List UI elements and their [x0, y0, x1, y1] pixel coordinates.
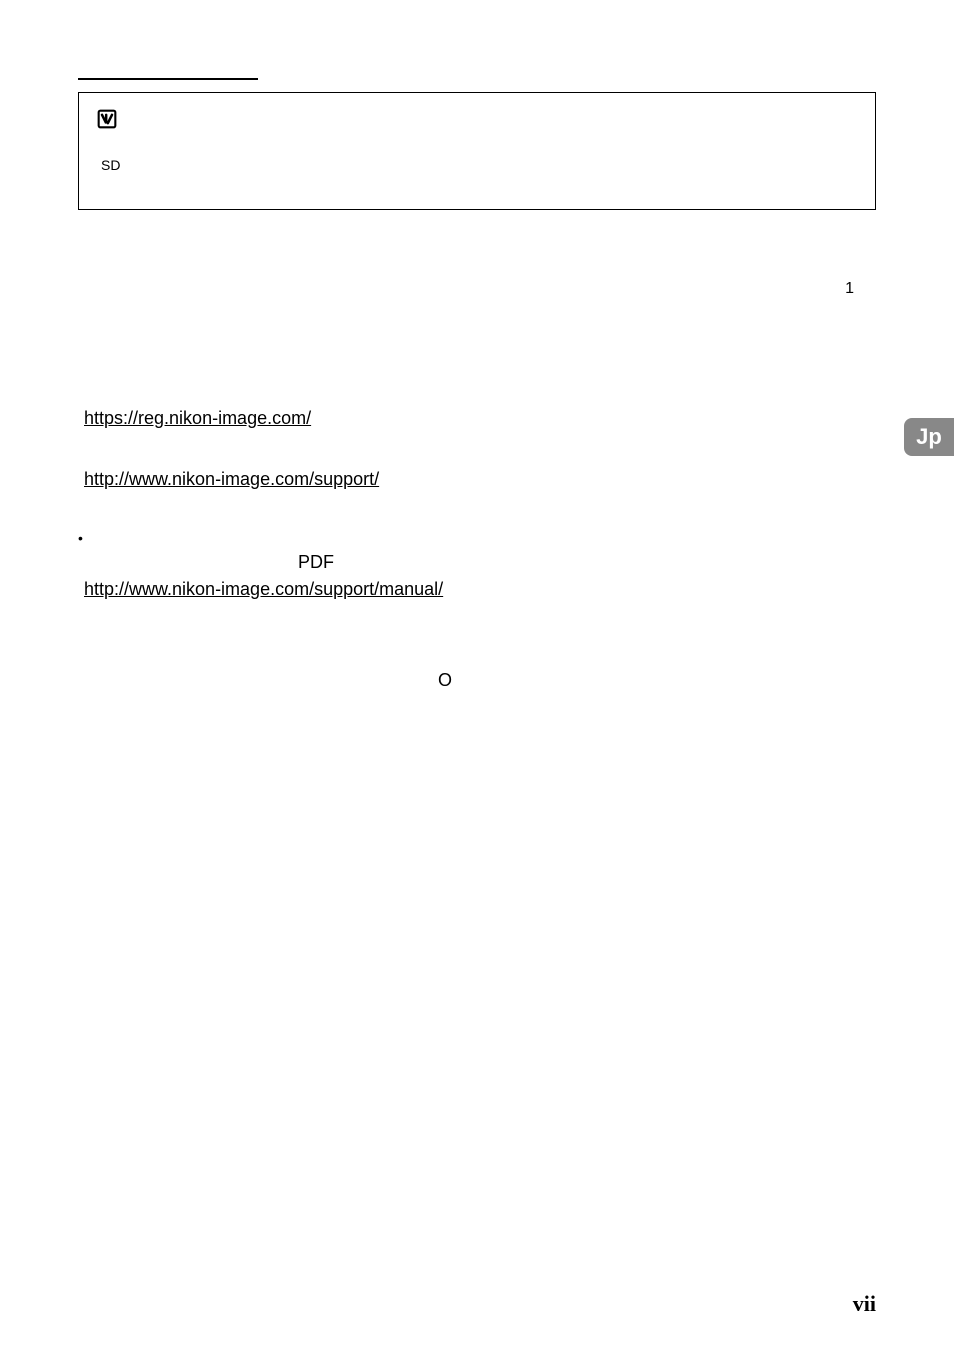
- o-line: O: [438, 670, 876, 691]
- notice-body: SD: [101, 153, 857, 193]
- pdf-line: PDF: [298, 552, 876, 573]
- page-number-text: vii: [853, 1291, 876, 1316]
- support-link[interactable]: http://www.nikon-image.com/support/: [84, 469, 379, 490]
- reference-number-text: 1: [845, 280, 854, 297]
- page-number: vii: [853, 1291, 876, 1317]
- manual-link[interactable]: http://www.nikon-image.com/support/manua…: [84, 579, 443, 600]
- registration-link-block: https://reg.nikon-image.com/: [78, 408, 876, 429]
- language-badge: Jp: [904, 418, 954, 456]
- language-badge-text: Jp: [916, 424, 942, 450]
- pdf-text: PDF: [298, 552, 334, 572]
- notice-sd-text: SD: [101, 157, 120, 173]
- support-link-block: http://www.nikon-image.com/support/: [78, 469, 876, 490]
- bullet-dot: •: [78, 530, 83, 546]
- manual-link-block: http://www.nikon-image.com/support/manua…: [78, 579, 876, 600]
- caution-icon: [97, 109, 117, 129]
- reference-number: 1: [78, 280, 876, 298]
- registration-link[interactable]: https://reg.nikon-image.com/: [84, 408, 311, 429]
- section-label: .: [78, 60, 258, 80]
- o-text: O: [438, 670, 452, 690]
- notice-box: SD: [78, 92, 876, 210]
- bullet-line: •: [78, 530, 876, 546]
